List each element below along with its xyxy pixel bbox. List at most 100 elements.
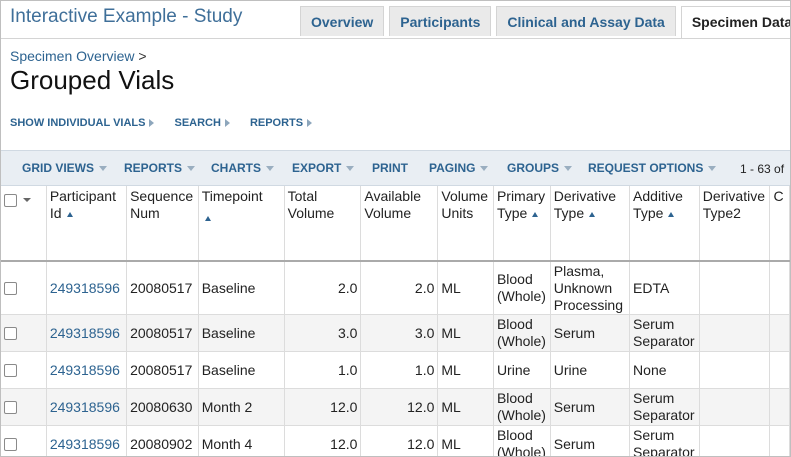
row-checkbox[interactable] [4, 282, 17, 296]
additive-type-cell: None [629, 351, 700, 389]
derivative-type-cell: Plasma, Unknown Processing [550, 261, 631, 315]
timepoint-cell: Month 4 [198, 425, 285, 456]
select-all-header [1, 186, 47, 262]
column-header-derivative-type[interactable]: Derivative Type [550, 186, 631, 262]
derivative-type2-cell [699, 388, 771, 426]
page-title: Grouped Vials [10, 65, 175, 95]
timepoint-cell: Month 2 [198, 388, 285, 426]
participant-id-cell: 249318596 [46, 388, 128, 426]
tab-specimen-data[interactable]: Specimen Data [680, 6, 790, 38]
column-header-sequence-num[interactable]: Sequence Num [126, 186, 199, 262]
print-button[interactable]: PRINT [372, 161, 408, 175]
participant-id-cell: 249318596 [46, 425, 128, 456]
available-volume-cell: 2.0 [360, 261, 439, 315]
participant-id-link[interactable]: 249318596 [50, 362, 120, 378]
study-title[interactable]: Interactive Example - Study [10, 6, 242, 28]
derivative-type-cell: Serum [550, 425, 631, 456]
chevron-down-icon [708, 166, 717, 171]
column-header-available-volume[interactable]: Available Volume [360, 186, 439, 262]
chevron-down-icon [187, 166, 196, 171]
participant-id-cell: 249318596 [46, 351, 128, 389]
row-checkbox[interactable] [4, 401, 17, 415]
chevron-right-icon [149, 119, 155, 127]
derivative-type2-cell [699, 261, 771, 315]
sort-ascending-icon [589, 212, 596, 217]
row-select-cell [1, 388, 47, 426]
sequence-num-cell: 20080630 [126, 388, 199, 426]
column-header-primary-type[interactable]: Primary Type [493, 186, 551, 262]
top-header: Interactive Example - Study Overview Par… [1, 1, 790, 38]
timepoint-cell: Baseline [198, 314, 285, 352]
derivative-type-cell: Serum [550, 314, 631, 352]
available-volume-cell: 12.0 [360, 388, 439, 426]
sequence-num-cell: 20080517 [126, 351, 199, 389]
row-checkbox[interactable] [4, 327, 17, 341]
reports-link[interactable]: REPORTS [250, 117, 313, 129]
participant-id-link[interactable]: 249318596 [50, 280, 120, 296]
search-link[interactable]: SEARCH [174, 117, 230, 129]
timepoint-cell: Baseline [198, 351, 285, 389]
volume-units-cell: ML [437, 388, 494, 426]
tab-participants[interactable]: Participants [389, 6, 492, 36]
tab-clinical-assay-data[interactable]: Clinical and Assay Data [496, 6, 676, 36]
additive-type-cell: Serum Separator [629, 314, 700, 352]
table-row: 249318596 20080630 Month 2 12.0 12.0 ML … [1, 388, 790, 426]
additive-type-cell: Serum Separator [629, 425, 700, 456]
row-checkbox[interactable] [4, 438, 17, 452]
column-header-total-volume[interactable]: Total Volume [284, 186, 362, 262]
groups-menu[interactable]: GROUPS [507, 161, 573, 175]
available-volume-cell: 12.0 [360, 425, 439, 456]
export-menu[interactable]: EXPORT [292, 161, 355, 175]
sort-ascending-icon [668, 212, 675, 217]
table-row: 249318596 20080902 Month 4 12.0 12.0 ML … [1, 425, 790, 456]
column-header-volume-units[interactable]: Volume Units [437, 186, 494, 262]
grid-views-menu[interactable]: GRID VIEWS [22, 161, 108, 175]
table-row: 249318596 20080517 Baseline 2.0 2.0 ML B… [1, 261, 790, 315]
column-header-derivative-type2[interactable]: Derivative Type2 [699, 186, 771, 262]
row-select-cell [1, 314, 47, 352]
truncated-cell [769, 425, 790, 456]
derivative-type2-cell [699, 351, 771, 389]
reports-menu[interactable]: REPORTS [124, 161, 196, 175]
chevron-right-icon [307, 119, 313, 127]
volume-units-cell: ML [437, 425, 494, 456]
primary-type-cell: Blood (Whole) [493, 388, 551, 426]
total-volume-cell: 2.0 [284, 261, 362, 315]
tab-overview[interactable]: Overview [300, 6, 385, 36]
participant-id-link[interactable]: 249318596 [50, 325, 120, 341]
row-select-cell [1, 351, 47, 389]
header-divider [1, 38, 790, 39]
total-volume-cell: 12.0 [284, 388, 362, 426]
sort-ascending-icon [532, 212, 539, 217]
paging-menu[interactable]: PAGING [429, 161, 489, 175]
select-menu-chevron-icon[interactable] [23, 198, 31, 202]
breadcrumb-specimen-overview-link[interactable]: Specimen Overview [10, 48, 135, 64]
participant-id-link[interactable]: 249318596 [50, 399, 120, 415]
request-options-menu[interactable]: REQUEST OPTIONS [588, 161, 717, 175]
additive-type-cell: EDTA [629, 261, 700, 315]
app-frame: Interactive Example - Study Overview Par… [0, 0, 791, 457]
grouped-vials-table: Participant Id Sequence Num Timepoint Tota… [1, 186, 790, 456]
show-individual-vials-link[interactable]: SHOW INDIVIDUAL VIALS [10, 117, 155, 129]
charts-menu[interactable]: CHARTS [211, 161, 274, 175]
participant-id-link[interactable]: 249318596 [50, 436, 120, 452]
column-header-timepoint[interactable]: Timepoint [198, 186, 285, 262]
sort-ascending-icon [66, 212, 73, 217]
participant-id-cell: 249318596 [46, 261, 128, 315]
total-volume-cell: 1.0 [284, 351, 362, 389]
column-header-participant-id[interactable]: Participant Id [46, 186, 128, 262]
breadcrumb-separator: > [138, 48, 147, 64]
row-checkbox[interactable] [4, 364, 17, 378]
breadcrumb: Specimen Overview > [10, 48, 147, 64]
column-header-additive-type[interactable]: Additive Type [629, 186, 700, 262]
truncated-cell [769, 314, 790, 352]
sequence-num-cell: 20080517 [126, 261, 199, 315]
timepoint-cell: Baseline [198, 261, 285, 315]
derivative-type2-cell [699, 314, 771, 352]
table-row: 249318596 20080517 Baseline 3.0 3.0 ML B… [1, 314, 790, 352]
table-row: 249318596 20080517 Baseline 1.0 1.0 ML U… [1, 351, 790, 389]
column-header-truncated[interactable]: C [769, 186, 790, 262]
select-all-checkbox[interactable] [4, 193, 17, 207]
volume-units-cell: ML [437, 261, 494, 315]
chevron-down-icon [266, 166, 274, 171]
